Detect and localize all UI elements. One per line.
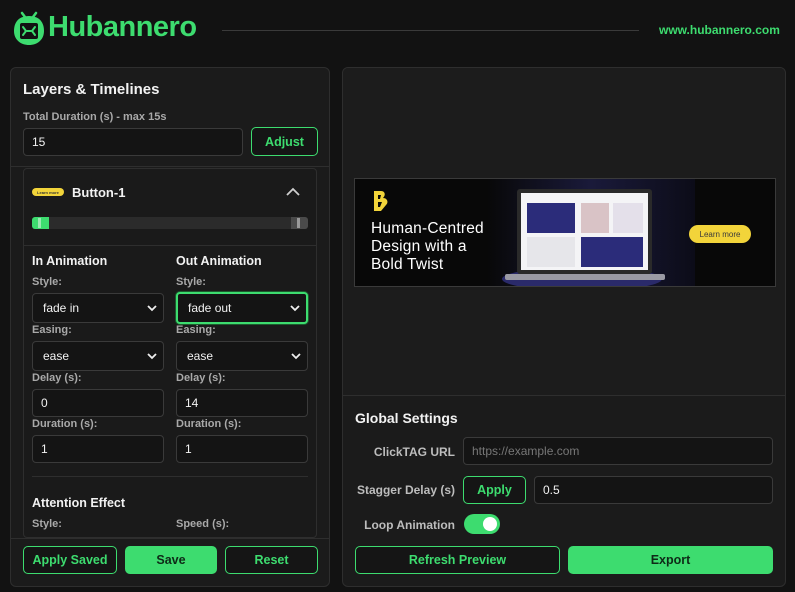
out-duration-label: Duration (s): [176,418,242,430]
clicktag-input[interactable]: https://example.com [463,437,773,465]
layers-panel-title: Layers & Timelines [23,81,160,98]
in-easing-label: Easing: [32,324,72,336]
timeline-start-handle[interactable] [32,217,49,229]
in-style-select[interactable]: fade in [32,293,164,323]
global-settings-title: Global Settings [355,410,458,426]
attention-effect-title: Attention Effect [32,496,126,510]
out-style-select[interactable]: fade out [176,292,308,324]
chevron-down-icon [291,353,301,360]
layer-timeline-track[interactable] [32,217,308,229]
chevron-up-icon[interactable] [286,187,300,197]
website-link[interactable]: www.hubannero.com [659,23,780,37]
banner-brand-icon [374,191,388,211]
in-duration-label: Duration (s): [32,418,98,430]
out-style-label: Style: [176,276,206,288]
export-button[interactable]: Export [568,546,773,574]
chevron-down-icon [147,353,157,360]
loop-animation-label: Loop Animation [364,518,455,532]
out-style-value: fade out [188,301,232,315]
in-style-label: Style: [32,276,62,288]
chevron-down-icon [290,305,300,312]
out-easing-select[interactable]: ease [176,341,308,371]
attention-speed-label: Speed (s): [176,518,230,530]
refresh-preview-button[interactable]: Refresh Preview [355,546,560,574]
stagger-delay-input[interactable]: 0.5 [534,476,773,504]
app-header: Hubannero www.hubannero.com [0,0,795,62]
hubannero-logo-icon [14,11,44,45]
banner-preview[interactable]: Human-Centred Design with a Bold Twist L… [354,178,776,287]
stagger-apply-button[interactable]: Apply [463,476,526,504]
total-duration-label: Total Duration (s) - max 15s [23,111,167,123]
total-duration-input[interactable]: 15 [23,128,243,156]
in-delay-label: Delay (s): [32,372,82,384]
save-button[interactable]: Save [125,546,217,574]
in-easing-value: ease [43,349,70,363]
layer-divider [24,245,316,246]
panel-divider [11,166,329,167]
attention-style-label: Style: [32,518,62,530]
stagger-delay-label: Stagger Delay (s) [356,483,455,497]
in-style-value: fade in [43,301,80,315]
layer-name[interactable]: Button-1 [72,185,125,200]
attention-divider [32,476,308,477]
banner-cta-button[interactable]: Learn more [689,225,751,243]
layer-card-button-1: Learn more Button-1 In Animation Style: … [23,168,317,538]
reset-button[interactable]: Reset [225,546,318,574]
preview-panel: Human-Centred Design with a Bold Twist L… [342,67,786,587]
in-duration-input[interactable]: 1 [32,435,164,463]
preview-area: Human-Centred Design with a Bold Twist L… [343,68,785,395]
settings-divider [343,395,785,396]
in-delay-input[interactable]: 0 [32,389,164,417]
banner-laptop-image [487,179,695,286]
layer-thumbnail: Learn more [32,188,64,196]
apply-saved-button[interactable]: Apply Saved [23,546,117,574]
out-easing-label: Easing: [176,324,216,336]
layers-panel: Layers & Timelines Total Duration (s) - … [10,67,330,587]
in-animation-title: In Animation [32,254,108,268]
banner-headline-line-3: Bold Twist [371,256,444,273]
banner-headline-line-2: Design with a [371,238,467,255]
footer-divider [11,538,329,539]
out-duration-input[interactable]: 1 [176,435,308,463]
out-delay-input[interactable]: 14 [176,389,308,417]
chevron-down-icon [147,305,157,312]
out-animation-title: Out Animation [176,254,262,268]
timeline-end-handle[interactable] [291,217,308,229]
out-easing-value: ease [187,349,214,363]
loop-animation-toggle[interactable] [464,514,500,534]
header-divider [222,30,639,31]
out-delay-label: Delay (s): [176,372,226,384]
in-easing-select[interactable]: ease [32,341,164,371]
banner-headline-line-1: Human-Centred [371,220,484,237]
adjust-button[interactable]: Adjust [251,127,318,156]
brand-name: Hubannero [48,11,197,43]
clicktag-label: ClickTAG URL [373,445,455,459]
